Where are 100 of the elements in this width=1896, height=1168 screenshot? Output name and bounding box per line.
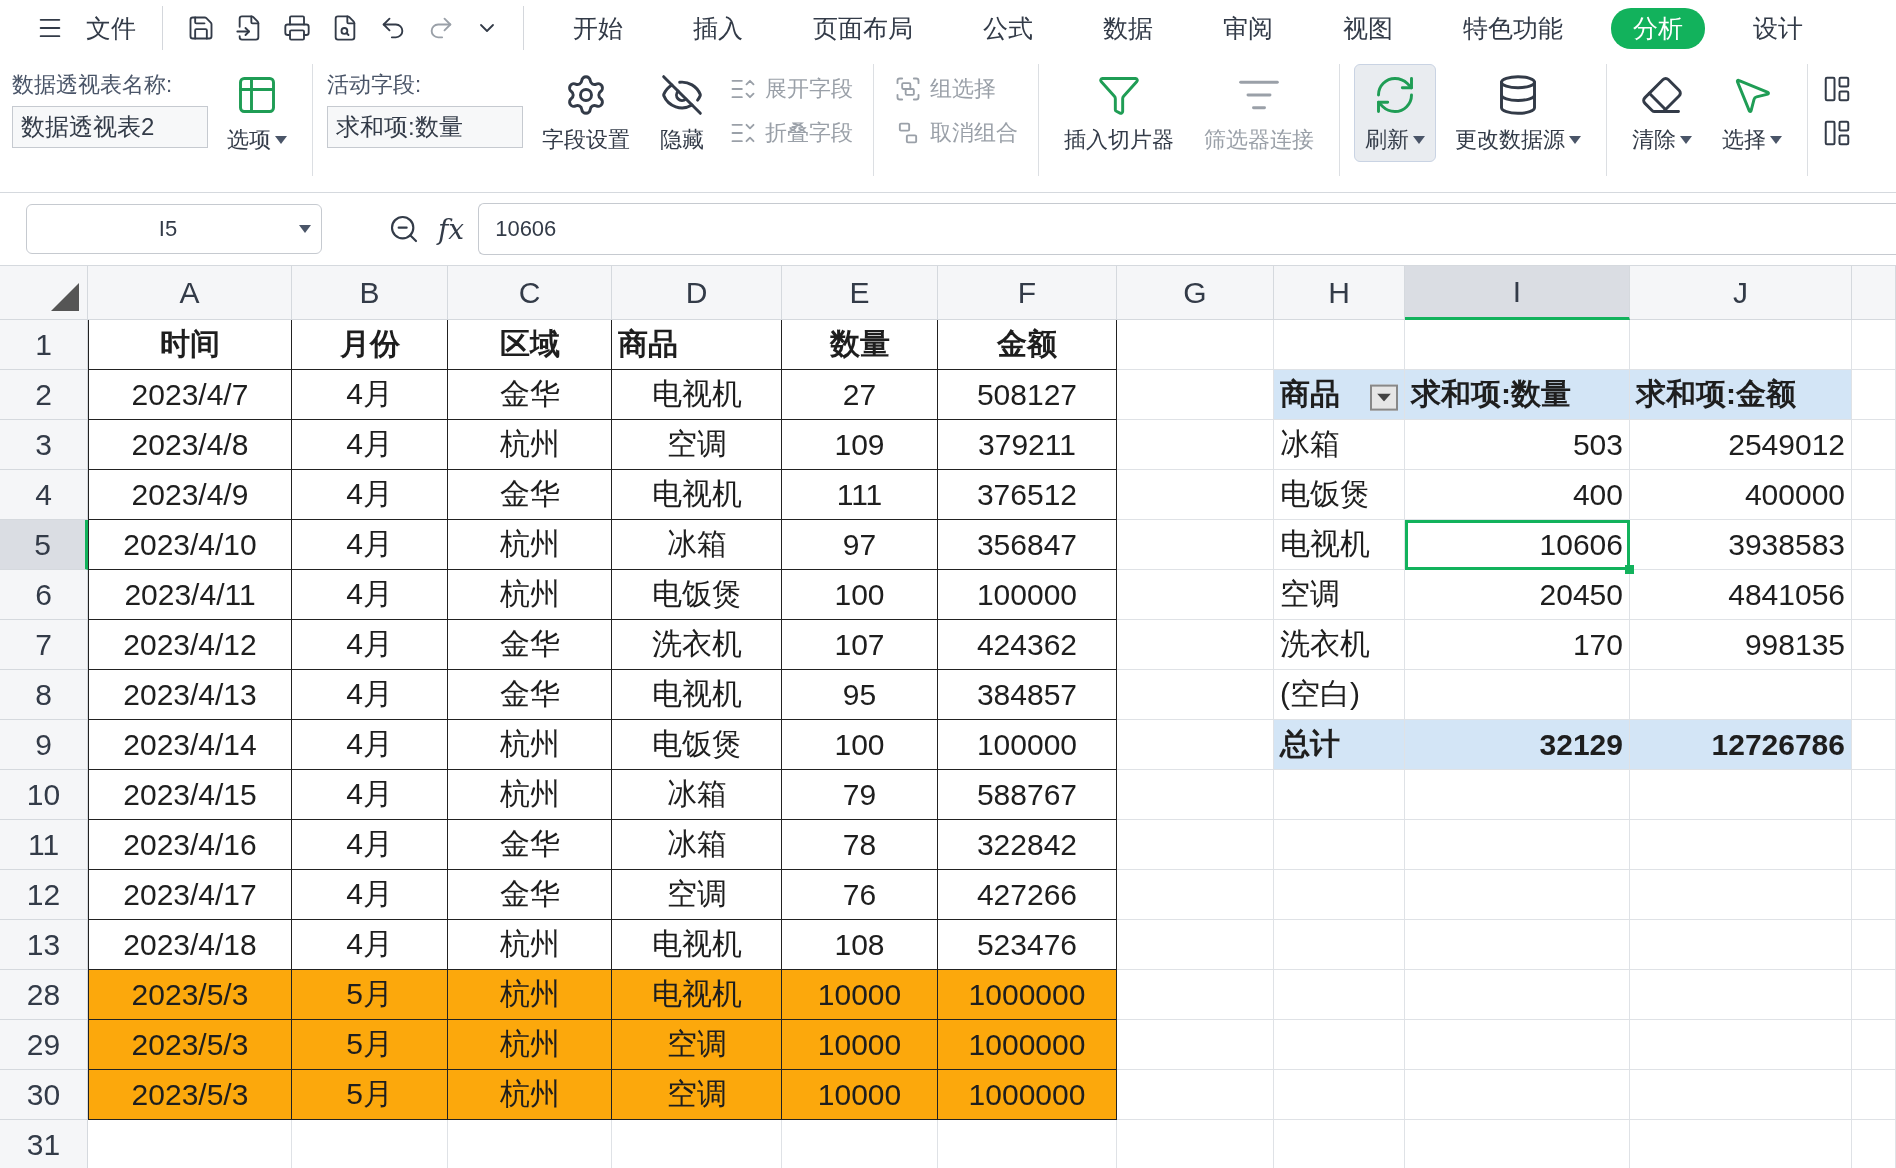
layout-icon[interactable] [1822, 118, 1852, 148]
zoom-out-icon[interactable] [388, 213, 420, 245]
table-cell: 523476 [938, 920, 1117, 970]
table-cell: 376512 [938, 470, 1117, 520]
table-cell: 79 [782, 770, 938, 820]
menu-tab[interactable]: 设计 [1731, 7, 1825, 49]
table-cell: 商品 [612, 320, 782, 370]
table-cell: 2023/4/14 [88, 720, 292, 770]
column-header[interactable]: G [1117, 266, 1274, 320]
input-field[interactable]: 求和项:数量 [327, 106, 523, 148]
ribbon-button[interactable]: 清除 [1621, 64, 1703, 162]
formula-input[interactable]: 10606 [478, 203, 1896, 255]
function-button[interactable]: fx [438, 212, 465, 246]
table-cell: 108 [782, 920, 938, 970]
table-cell: 4月 [292, 720, 448, 770]
column-header[interactable]: H [1274, 266, 1405, 320]
column-header[interactable]: F [938, 266, 1117, 320]
table-cell: 电视机 [612, 370, 782, 420]
table-cell: 空调 [612, 420, 782, 470]
select-all-icon[interactable] [51, 283, 79, 311]
row-header[interactable]: 31 [0, 1120, 88, 1168]
row-header[interactable]: 9 [0, 720, 88, 770]
row-header[interactable]: 29 [0, 1020, 88, 1070]
table-cell: 4月 [292, 920, 448, 970]
menu-tab[interactable]: 视图 [1321, 7, 1415, 49]
table-cell: 2023/5/3 [88, 1020, 292, 1070]
column-header[interactable]: A [88, 266, 292, 320]
table-cell: 1000000 [938, 970, 1117, 1020]
ribbon-button[interactable]: 插入切片器 [1053, 64, 1185, 162]
table-cell: 冰箱 [612, 770, 782, 820]
row-header[interactable]: 11 [0, 820, 88, 870]
ribbon-button[interactable]: 刷新 [1354, 64, 1436, 162]
row-header[interactable]: 10 [0, 770, 88, 820]
table-cell: 100 [782, 570, 938, 620]
table-cell: 10000 [782, 1020, 938, 1070]
menu-tab[interactable]: 审阅 [1201, 7, 1295, 49]
row-header[interactable]: 8 [0, 670, 88, 720]
ribbon-button[interactable]: 选择 [1711, 64, 1793, 162]
table-cell: 金华 [448, 820, 612, 870]
layout-icon[interactable] [1822, 74, 1852, 104]
table-cell: 4月 [292, 570, 448, 620]
menu-tab[interactable]: 数据 [1081, 7, 1175, 49]
file-menu[interactable]: 文件 [74, 5, 148, 51]
table-cell: 5月 [292, 970, 448, 1020]
column-header[interactable]: C [448, 266, 612, 320]
row-header[interactable]: 3 [0, 420, 88, 470]
fill-handle[interactable] [1625, 565, 1634, 574]
menu-tab[interactable]: 开始 [551, 7, 645, 49]
row-header[interactable]: 28 [0, 970, 88, 1020]
table-cell: 424362 [938, 620, 1117, 670]
table-cell: 5月 [292, 1070, 448, 1120]
ribbon-button[interactable]: 隐藏 [649, 64, 715, 162]
table-cell: 379211 [938, 420, 1117, 470]
table-cell: 金华 [448, 370, 612, 420]
menu-tab[interactable]: 公式 [961, 7, 1055, 49]
table-cell: 427266 [938, 870, 1117, 920]
row-header[interactable]: 4 [0, 470, 88, 520]
menu-tab[interactable]: 特色功能 [1441, 7, 1585, 49]
table-cell: 金华 [448, 870, 612, 920]
row-header[interactable]: 1 [0, 320, 88, 370]
table-cell: 区域 [448, 320, 612, 370]
table-cell: 金华 [448, 620, 612, 670]
table-cell: 588767 [938, 770, 1117, 820]
row-header[interactable]: 7 [0, 620, 88, 670]
table-cell: 4月 [292, 670, 448, 720]
table-cell: 杭州 [448, 970, 612, 1020]
column-header[interactable]: B [292, 266, 448, 320]
table-cell: 111 [782, 470, 938, 520]
pivot-cell: 求和项:金额 [1630, 370, 1852, 420]
menu-tab[interactable]: 插入 [671, 7, 765, 49]
table-cell: 4月 [292, 770, 448, 820]
ribbon-button[interactable]: 字段设置 [531, 64, 641, 162]
table-cell: 电视机 [612, 670, 782, 720]
row-header[interactable]: 30 [0, 1070, 88, 1120]
pivot-cell: 求和项:数量 [1405, 370, 1630, 420]
table-cell: 空调 [612, 870, 782, 920]
menu-tab[interactable]: 页面布局 [791, 7, 935, 49]
table-cell: 2023/4/13 [88, 670, 292, 720]
column-header[interactable]: I [1405, 266, 1630, 320]
filter-dropdown-button[interactable] [1370, 384, 1398, 411]
pivot-cell: 总计 [1274, 720, 1405, 770]
name-box[interactable]: I5 [26, 204, 322, 254]
table-cell: 冰箱 [612, 520, 782, 570]
column-header[interactable]: D [612, 266, 782, 320]
row-header[interactable]: 2 [0, 370, 88, 420]
column-header[interactable]: J [1630, 266, 1852, 320]
row-header[interactable]: 12 [0, 870, 88, 920]
table-cell: 2023/4/10 [88, 520, 292, 570]
row-header[interactable]: 13 [0, 920, 88, 970]
input-field[interactable]: 数据透视表2 [12, 106, 208, 148]
pivot-cell: 32129 [1405, 720, 1630, 770]
pivot-cell: 电视机 [1274, 520, 1405, 570]
table-cell: 5月 [292, 1020, 448, 1070]
ribbon-button[interactable]: 更改数据源 [1444, 64, 1592, 162]
table-cell: 100000 [938, 570, 1117, 620]
column-header[interactable]: E [782, 266, 938, 320]
row-header[interactable]: 6 [0, 570, 88, 620]
ribbon-button[interactable]: 选项 [216, 64, 298, 162]
table-cell: 508127 [938, 370, 1117, 420]
row-header[interactable]: 5 [0, 520, 88, 570]
